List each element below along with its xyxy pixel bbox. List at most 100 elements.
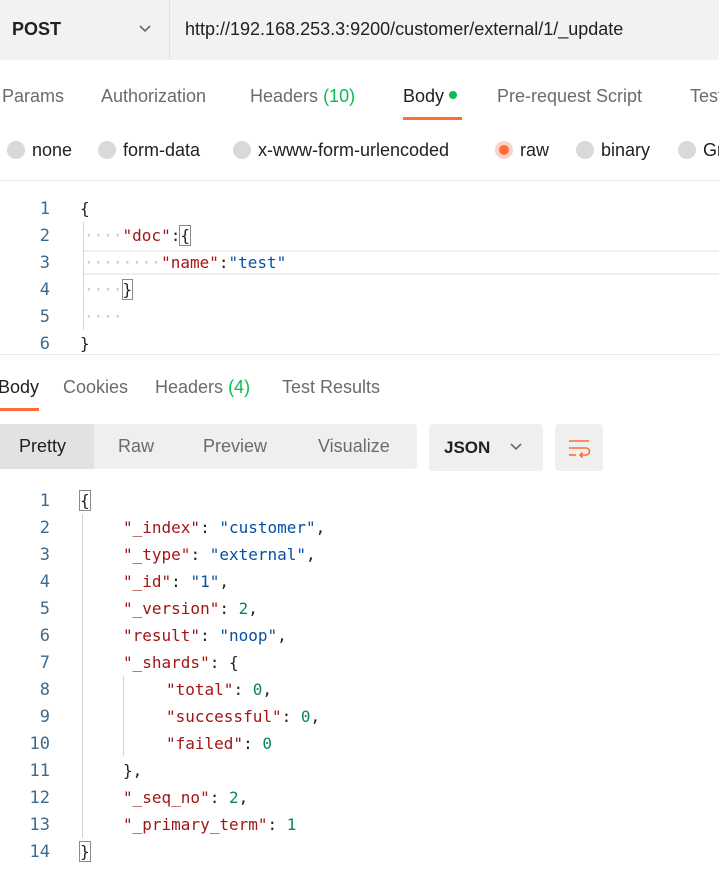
chevron-down-icon (139, 25, 151, 33)
format-label: JSON (444, 438, 491, 457)
json-number: 0 (262, 734, 272, 753)
tab-prerequest-script[interactable]: Pre-request Script (497, 86, 642, 107)
code-line: "_type": "external", (123, 545, 316, 564)
radio-circle (678, 141, 696, 159)
code-line: "_version": 2, (123, 599, 258, 618)
radio-circle (7, 141, 25, 159)
tab-test-results[interactable]: Test Results (282, 377, 380, 398)
tab-response-headers[interactable]: Headers (4) (155, 377, 250, 398)
view-raw-button[interactable]: Raw (118, 436, 154, 457)
headers-count: (10) (323, 86, 356, 106)
json-key: "total" (166, 680, 234, 699)
line-number: 14 (29, 842, 50, 862)
indent-guide (123, 676, 124, 756)
line-number: 5 (39, 599, 50, 619)
json-key: "doc" (122, 226, 171, 245)
body-type-selector: none form-data x-www-form-urlencoded raw… (0, 128, 719, 172)
code-line: ····} (84, 279, 134, 300)
line-number: 5 (39, 307, 50, 327)
line-number: 12 (29, 788, 50, 808)
request-url-bar: POST http://192.168.253.3:9200/customer/… (0, 0, 719, 60)
radio-graphql-label: GraphQL (703, 140, 719, 160)
tab-response-body[interactable]: Body (0, 377, 39, 398)
json-key: "name" (161, 253, 219, 272)
radio-raw-label: raw (520, 140, 550, 160)
json-bracket: { (79, 490, 91, 511)
json-key: "_shards" (123, 653, 210, 672)
json-bracket: { (179, 225, 191, 246)
code-line: "_id": "1", (123, 572, 229, 591)
line-number: 10 (29, 734, 50, 754)
line-number: 6 (39, 334, 50, 354)
json-key: "_index" (123, 518, 201, 537)
chevron-down-icon (510, 443, 522, 451)
radio-circle (233, 141, 251, 159)
radio-circle-selected (495, 141, 513, 159)
line-number: 8 (39, 680, 50, 700)
json-key: "failed" (166, 734, 244, 753)
tab-tests[interactable]: Tests (690, 86, 719, 107)
tab-authorization[interactable]: Authorization (101, 86, 206, 107)
line-number: 2 (39, 518, 50, 538)
radio-none-label: none (32, 140, 73, 160)
code-line: ········"name":"test" (84, 253, 287, 272)
line-number: 1 (39, 491, 50, 511)
json-bracket: } (121, 279, 134, 300)
json-string: "customer" (219, 518, 316, 537)
code-line: "_primary_term": 1 (123, 815, 297, 834)
active-tab-indicator (403, 117, 462, 120)
json-string: "noop" (219, 626, 278, 645)
tab-cookies[interactable]: Cookies (63, 377, 128, 398)
tab-headers-label: Headers (250, 86, 319, 106)
active-tab-indicator (0, 408, 39, 411)
json-number: 1 (286, 815, 297, 834)
code-line: ····"doc":{ (84, 225, 191, 246)
code-line: "failed": 0 (166, 734, 272, 753)
code-line: "total": 0, (166, 680, 272, 699)
code-line: ···· (84, 307, 123, 326)
divider (0, 354, 719, 355)
json-bracket: } (79, 841, 91, 862)
radio-binary-label: binary (601, 140, 651, 160)
url-input[interactable]: http://192.168.253.3:9200/customer/exter… (185, 19, 623, 40)
code-line: }, (123, 761, 143, 780)
view-preview-button[interactable]: Preview (203, 436, 267, 457)
format-select[interactable]: JSON (429, 424, 543, 471)
radio-circle (98, 141, 116, 159)
tab-body[interactable]: Body (403, 86, 458, 107)
code-line: "successful": 0, (166, 707, 321, 726)
json-colon: : (170, 226, 181, 245)
json-number: 2 (238, 599, 249, 618)
divider (0, 180, 719, 181)
json-key: "_version" (123, 599, 220, 618)
code-line: "_index": "customer", (123, 518, 326, 537)
line-number: 11 (29, 761, 50, 781)
wrap-lines-button[interactable] (555, 424, 603, 471)
indent-guide (82, 514, 83, 838)
radio-form-data-label: form-data (123, 140, 201, 160)
json-key: "_type" (123, 545, 191, 564)
json-key: "_primary_term" (123, 815, 268, 834)
radio-urlencoded-label: x-www-form-urlencoded (258, 140, 450, 160)
json-string: "1" (190, 572, 220, 591)
line-number: 4 (39, 280, 50, 300)
response-headers-count: (4) (228, 377, 251, 397)
tab-headers[interactable]: Headers (10) (250, 86, 355, 107)
view-pretty-button[interactable]: Pretty (19, 436, 66, 457)
line-number: 6 (39, 626, 50, 646)
line-number: 2 (39, 226, 50, 246)
method-select[interactable]: POST (0, 0, 170, 60)
line-number: 13 (29, 815, 50, 835)
line-number: 3 (39, 545, 50, 565)
line-number: 3 (39, 253, 50, 273)
tab-params[interactable]: Params (2, 86, 64, 107)
response-tabs: Body Cookies Headers (4) Test Results (0, 363, 719, 413)
json-number: 0 (252, 680, 263, 699)
view-visualize-button[interactable]: Visualize (318, 436, 390, 457)
line-number: 7 (39, 653, 50, 673)
tab-body-label: Body (403, 86, 445, 106)
json-number: 0 (300, 707, 311, 726)
code-line: "_shards": { (123, 653, 239, 672)
line-number: 9 (39, 707, 50, 727)
request-tabs: Params Authorization Headers (10) Body P… (0, 60, 719, 126)
